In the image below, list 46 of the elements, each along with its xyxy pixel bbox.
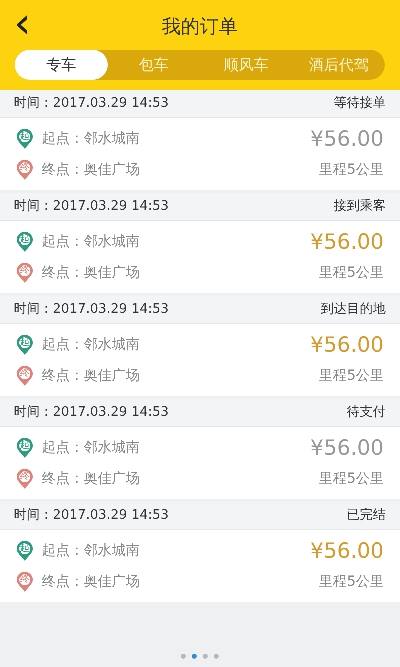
order-time: 时间：2017.03.29 14:53 xyxy=(14,404,170,422)
price: ¥56.00 xyxy=(310,230,384,254)
map-pin-icon: 终 xyxy=(16,159,34,181)
start-location: 起点：邻水城南 xyxy=(42,542,140,560)
map-pin-icon: 起 xyxy=(16,231,34,253)
price: ¥56.00 xyxy=(310,127,384,151)
start-location: 起点：邻水城南 xyxy=(42,438,140,458)
tab[interactable]: 酒后代驾 xyxy=(292,50,385,80)
price: ¥56.00 xyxy=(310,539,384,563)
map-pin-icon: 起 xyxy=(16,128,34,150)
start-location: 起点：邻水城南 xyxy=(42,130,140,148)
order-time: 时间：2017.03.29 14:53 xyxy=(14,300,170,319)
end-location: 终点：奥佳广场 xyxy=(42,160,140,180)
end-location: 终点：奥佳广场 xyxy=(42,470,140,488)
page-title: 我的订单 xyxy=(162,14,238,40)
end-location: 终点：奥佳广场 xyxy=(42,366,140,386)
tab[interactable]: 包车 xyxy=(108,50,200,80)
order-status: 已完结 xyxy=(347,506,386,525)
distance: 里程5公里 xyxy=(319,366,384,386)
start-location: 起点：邻水城南 xyxy=(42,336,140,354)
distance: 里程5公里 xyxy=(319,470,384,488)
map-pin-icon: 终 xyxy=(16,365,34,387)
tab[interactable]: 顺风车 xyxy=(200,50,292,80)
map-pin-icon: 终 xyxy=(16,468,34,490)
order-status: 到达目的地 xyxy=(321,300,386,319)
distance: 里程5公里 xyxy=(319,264,384,282)
order-time: 时间：2017.03.29 14:53 xyxy=(14,506,170,525)
map-pin-icon: 终 xyxy=(16,571,34,593)
end-location: 终点：奥佳广场 xyxy=(42,572,140,592)
map-pin-icon: 起 xyxy=(16,540,34,562)
order-status: 等待接单 xyxy=(334,94,386,113)
map-pin-icon: 终 xyxy=(16,262,34,284)
order-status: 待支付 xyxy=(347,404,386,422)
start-location: 起点：邻水城南 xyxy=(42,232,140,252)
distance: 里程5公里 xyxy=(319,572,384,592)
order-status: 接到乘客 xyxy=(334,198,386,216)
map-pin-icon: 起 xyxy=(16,334,34,356)
back-icon[interactable]: ‹ xyxy=(14,4,32,44)
end-location: 终点：奥佳广场 xyxy=(42,264,140,282)
price: ¥56.00 xyxy=(310,436,384,460)
tab[interactable]: 专车 xyxy=(15,50,108,80)
distance: 里程5公里 xyxy=(319,160,384,180)
order-time: 时间：2017.03.29 14:53 xyxy=(14,198,170,216)
order-time: 时间：2017.03.29 14:53 xyxy=(14,94,170,113)
map-pin-icon: 起 xyxy=(16,437,34,459)
price: ¥56.00 xyxy=(310,333,384,357)
